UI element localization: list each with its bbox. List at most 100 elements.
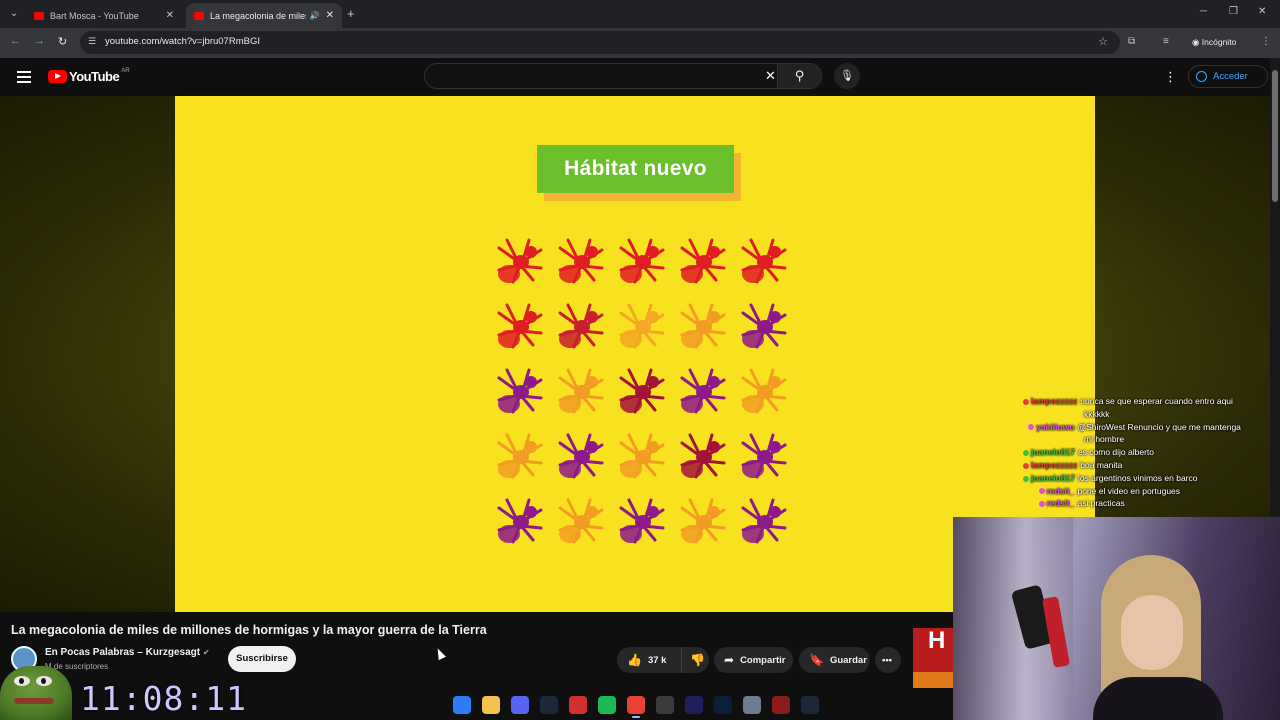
ant-icon [619, 303, 665, 349]
ant-icon [619, 433, 665, 479]
clear-search-icon[interactable]: ✕ [765, 68, 776, 84]
youtube-play-icon [48, 70, 67, 83]
chat-message: redsit_ asi practicas [996, 497, 1270, 510]
chat-text: kkkkkk [1084, 408, 1110, 419]
close-window-icon[interactable]: ✕ [1258, 6, 1266, 17]
chat-username: juanelo817 [1031, 472, 1075, 483]
chat-text: los argentinos vinimos en barco [1077, 472, 1198, 483]
stream-clock: 11:08:11 [80, 679, 247, 718]
ant-icon [741, 238, 787, 284]
save-label: Guardar [829, 654, 867, 666]
tab-search-icon[interactable]: ⌄ [6, 6, 22, 22]
chrome-icon[interactable] [626, 696, 645, 718]
site-info-icon[interactable]: ☰ [88, 36, 96, 47]
chat-username: lampozzzzz [1031, 396, 1078, 406]
chat-message: yakiiiuwu @ShiroWest Renuncio y que me ma… [996, 421, 1270, 434]
incognito-indicator[interactable]: ◉ Incógnito [1192, 37, 1236, 48]
close-tab-icon[interactable]: ✕ [326, 10, 334, 21]
save-icon: 🔖 [809, 653, 824, 667]
tab-megacolonia[interactable]: La megacolonia de miles de 🔊 ✕ [186, 3, 342, 28]
video-title: La megacolonia de miles de millones de h… [11, 623, 487, 637]
related-video-thumbnail[interactable]: H [913, 628, 953, 688]
search-input[interactable]: ✕ ⚲ [424, 63, 822, 89]
obs-icon[interactable] [655, 696, 674, 714]
new-tab-icon[interactable]: + [347, 6, 355, 21]
chat-message: lampozzzzz nunca se que esperar cuando en… [996, 395, 1270, 408]
chrome-menu-icon[interactable]: ⋮ [1261, 36, 1271, 47]
ant-icon [558, 303, 604, 349]
settings-more-icon[interactable]: ⋮ [1164, 69, 1177, 85]
ant-icon [497, 368, 543, 414]
reload-icon[interactable]: ↻ [58, 35, 67, 48]
bookmark-star-icon[interactable]: ☆ [1098, 35, 1108, 48]
chat-badge-icon [1038, 488, 1045, 495]
ccleaner-icon[interactable] [742, 696, 761, 714]
url-text[interactable]: youtube.com/watch?v=jbru07RmBGI [105, 36, 260, 47]
subscribe-button[interactable]: Suscribirse [228, 646, 296, 672]
minimize-icon[interactable]: ─ [1200, 6, 1207, 17]
windows-start-icon[interactable] [452, 696, 471, 714]
ant-icon [558, 433, 604, 479]
voice-search-button[interactable]: 🎙 [834, 63, 860, 89]
game-app-icon[interactable] [771, 696, 790, 714]
steam-2-icon[interactable] [800, 696, 819, 714]
premiere-icon[interactable] [684, 696, 703, 714]
save-button[interactable]: 🔖 Guardar [799, 647, 870, 673]
chat-text: nunca se que esperar cuando entro aqui [1080, 396, 1233, 406]
search-button[interactable]: ⚲ [777, 64, 821, 88]
channel-name[interactable]: En Pocas Palabras – Kurzgesagt ✔ [45, 647, 210, 658]
incognito-label: Incógnito [1201, 37, 1237, 47]
share-icon: ➦ [724, 653, 735, 667]
chat-message: redsit_ pone el video en portugues [996, 485, 1270, 498]
tab-bart-mosca[interactable]: Bart Mosca - YouTube ✕ [26, 3, 182, 28]
forward-icon[interactable]: → [34, 35, 45, 47]
incognito-icon: ◉ [1192, 37, 1202, 47]
like-button[interactable]: 👍 37 k [617, 647, 681, 673]
media-controls-icon[interactable]: ≡ [1163, 36, 1169, 47]
address-bar[interactable]: ☰ youtube.com/watch?v=jbru07RmBGI ☆ [80, 31, 1120, 54]
video-badge-text: Hábitat nuevo [537, 145, 734, 193]
steam-icon[interactable] [539, 696, 558, 714]
restore-icon[interactable]: ❐ [1229, 6, 1238, 17]
chat-message: kkkkkk [996, 408, 1270, 421]
back-icon[interactable]: ← [10, 35, 21, 47]
youtube-logo[interactable]: YouTube AR [48, 67, 130, 84]
chat-badge-icon [1028, 424, 1035, 431]
verified-icon: ✔ [202, 648, 210, 657]
dislike-button[interactable]: 👎 [681, 647, 709, 673]
country-code: AR [121, 67, 130, 74]
ant-icon [619, 368, 665, 414]
chat-text: @ShiroWest Renuncio y que me mantenga [1077, 421, 1241, 432]
chat-text: mi hombre [1084, 434, 1125, 445]
ant-icon [741, 368, 787, 414]
spotify-icon[interactable] [597, 696, 616, 714]
chat-username: juanelo817 [1031, 447, 1075, 458]
ant-icon [497, 303, 543, 349]
more-actions-button[interactable]: ••• [875, 647, 901, 673]
pepe-emote-image [0, 666, 72, 720]
chat-message: lampozzzzz boa manita [996, 459, 1270, 472]
speaker-icon[interactable]: 🔊 [310, 11, 320, 20]
browser-toolbar: ← → ↻ ☰ youtube.com/watch?v=jbru07RmBGI … [0, 28, 1280, 58]
ant-icon [558, 238, 604, 284]
youtube-favicon-icon [194, 11, 204, 20]
share-label: Compartir [740, 654, 786, 666]
chat-badge-icon [1023, 462, 1029, 469]
file-explorer-icon[interactable] [481, 696, 500, 714]
menu-icon[interactable] [17, 71, 31, 86]
account-icon [1196, 71, 1207, 82]
ant-icon [680, 238, 726, 284]
chat-username: lampozzzzz [1031, 459, 1078, 470]
close-tab-icon[interactable]: ✕ [166, 10, 174, 21]
chat-username: redsit_ [1046, 498, 1075, 509]
photoshop-icon[interactable] [713, 696, 732, 714]
share-button[interactable]: ➦ Compartir [714, 647, 793, 673]
chat-message: mi hombre [996, 433, 1270, 446]
app-red-icon[interactable] [568, 696, 587, 714]
discord-icon[interactable] [510, 696, 529, 714]
ant-icon [558, 368, 604, 414]
extensions-icon[interactable]: ⧉ [1128, 36, 1135, 47]
sign-in-button[interactable]: Acceder [1188, 65, 1268, 88]
chat-badge-icon [1023, 449, 1029, 456]
scrollbar-thumb[interactable] [1272, 70, 1278, 202]
